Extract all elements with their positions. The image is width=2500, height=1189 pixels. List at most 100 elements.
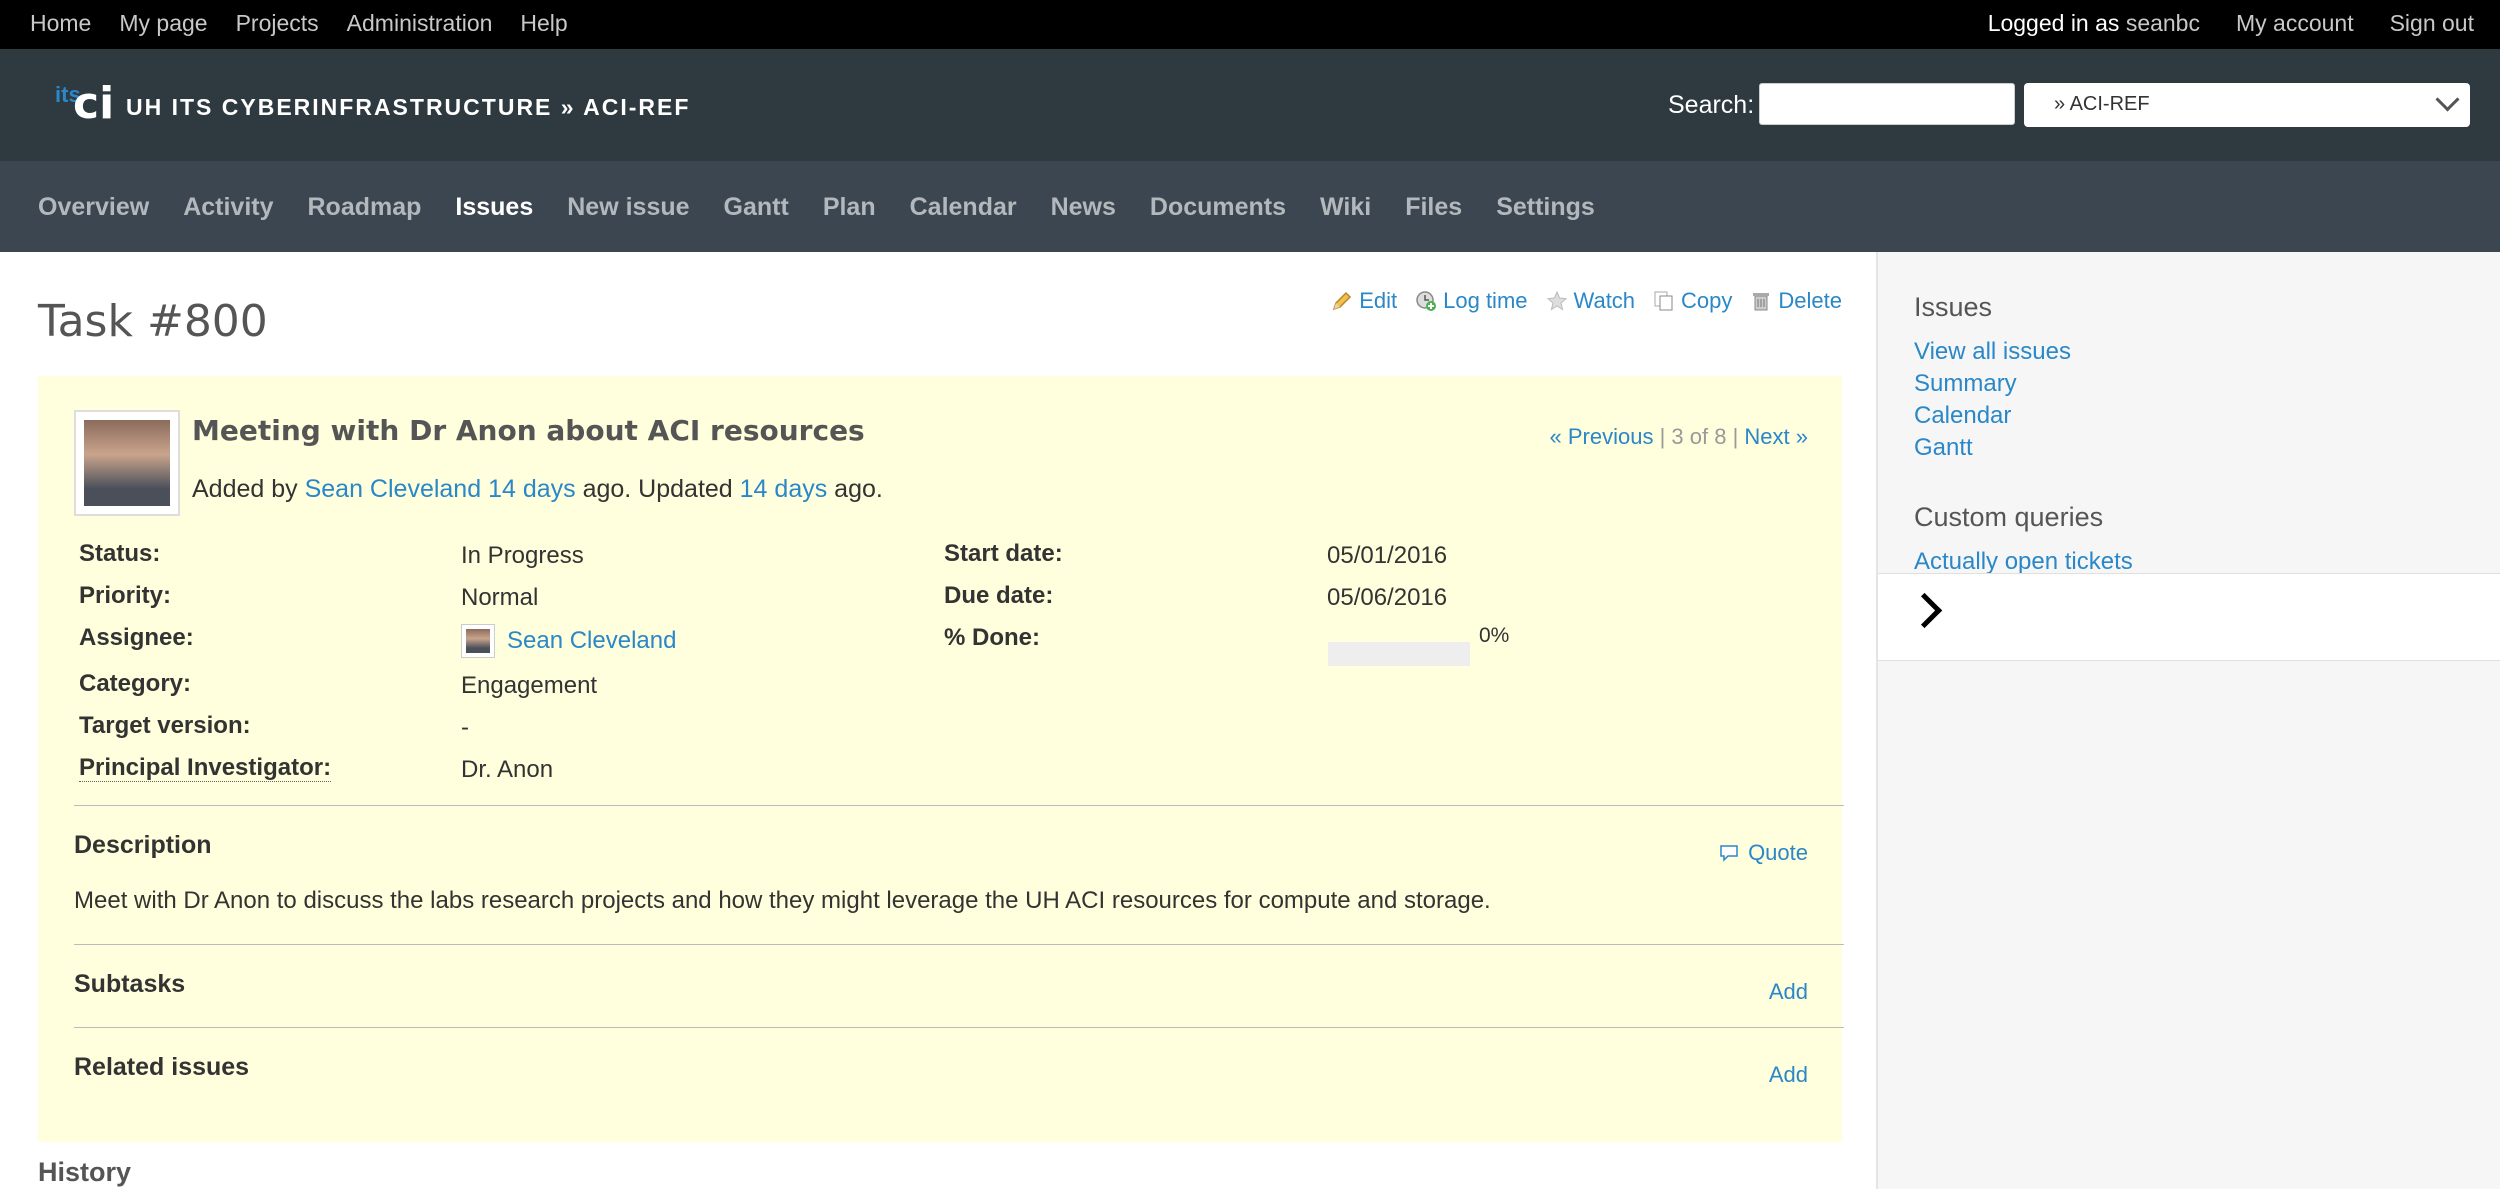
tab-files[interactable]: Files: [1405, 193, 1462, 222]
tab-activity[interactable]: Activity: [183, 193, 273, 222]
progress-bar: [1328, 642, 1470, 666]
author-link[interactable]: Sean Cleveland: [305, 475, 482, 503]
sign-out-link[interactable]: Sign out: [2390, 10, 2474, 37]
pi-label: Principal Investigator:: [79, 754, 332, 782]
pencil-icon: [1333, 291, 1352, 311]
project-jump-select[interactable]: » ACI-REF: [2024, 83, 2470, 127]
target-version-value: -: [461, 714, 469, 741]
tab-settings[interactable]: Settings: [1496, 193, 1595, 222]
tab-documents[interactable]: Documents: [1150, 193, 1286, 222]
tab-roadmap[interactable]: Roadmap: [308, 193, 422, 222]
target-version-label: Target version:: [79, 712, 251, 739]
next-link[interactable]: Next »: [1744, 424, 1808, 449]
site-logo[interactable]: its ci: [55, 78, 115, 129]
updated-ago-link[interactable]: 14 days: [740, 475, 828, 503]
chevron-down-icon: [2435, 87, 2460, 112]
edit-button[interactable]: Edit: [1331, 288, 1397, 314]
pagination-position: 3 of 8: [1671, 424, 1727, 449]
sidebar-summary[interactable]: Summary: [1914, 370, 2017, 398]
top-nav-administration[interactable]: Administration: [347, 10, 493, 37]
sidebar-custom-query-link[interactable]: Actually open tickets: [1914, 548, 2133, 576]
top-nav-help[interactable]: Help: [520, 10, 567, 37]
tab-calendar[interactable]: Calendar: [910, 193, 1017, 222]
copy-label: Copy: [1681, 288, 1733, 313]
tab-news[interactable]: News: [1051, 193, 1116, 222]
history-heading: History: [38, 1157, 132, 1187]
logged-in-prefix: Logged in as: [1987, 10, 2120, 36]
tab-issues[interactable]: Issues: [455, 193, 533, 222]
pagination-separator: |: [1659, 424, 1672, 449]
created-ago-link[interactable]: 14 days: [488, 475, 576, 503]
issue-actions: Edit Log time Watch Copy Delete: [1323, 288, 1842, 314]
search-input[interactable]: [1759, 83, 2015, 125]
add-subtask-link[interactable]: Add: [1769, 979, 1808, 1005]
my-account-link[interactable]: My account: [2236, 10, 2354, 37]
copy-button[interactable]: Copy: [1653, 288, 1732, 314]
watch-button[interactable]: Watch: [1546, 288, 1636, 314]
due-date-value: 05/06/2016: [1327, 584, 1448, 611]
account-nav: Logged in as seanbc My account Sign out: [1988, 10, 2474, 37]
progress-text: 0%: [1479, 624, 1510, 647]
delete-button[interactable]: Delete: [1750, 288, 1842, 314]
search-label: Search:: [1668, 91, 1755, 119]
top-nav-my-page[interactable]: My page: [119, 10, 207, 37]
main-menu: Overview Activity Roadmap Issues New iss…: [0, 161, 2500, 252]
priority-value: Normal: [461, 584, 539, 611]
done-label: % Done:: [944, 624, 1040, 651]
issue-details: Meeting with Dr Anon about ACI resources…: [38, 376, 1842, 1142]
tab-gantt[interactable]: Gantt: [724, 193, 789, 222]
header: its ci UH ITS CYBERINFRASTRUCTURE » ACI-…: [0, 49, 2500, 161]
speech-bubble-icon: [1720, 845, 1738, 862]
top-nav-home[interactable]: Home: [30, 10, 91, 37]
assignee-avatar: [461, 624, 495, 658]
assignee-label: Assignee:: [79, 624, 194, 651]
logged-in-status: Logged in as seanbc: [1988, 10, 2200, 37]
assignee-value: Sean Cleveland: [461, 624, 676, 658]
delete-label: Delete: [1778, 288, 1842, 313]
sidebar-issues-heading: Issues: [1914, 292, 1993, 322]
issue-pagination: « Previous | 3 of 8 | Next »: [1550, 424, 1809, 450]
top-nav-projects[interactable]: Projects: [236, 10, 319, 37]
start-date-value: 05/01/2016: [1327, 542, 1448, 569]
log-time-label: Log time: [1443, 288, 1528, 313]
avatar-image: [84, 420, 170, 506]
chevron-right-icon: [1906, 592, 1943, 629]
edit-label: Edit: [1359, 288, 1398, 313]
sidebar: Issues View all issues Summary Calendar …: [1876, 252, 2500, 1189]
tab-new-issue[interactable]: New issue: [567, 193, 689, 222]
log-time-button[interactable]: Log time: [1415, 288, 1528, 314]
pi-value: Dr. Anon: [461, 756, 554, 783]
logo-big-text: ci: [73, 78, 115, 129]
status-value: In Progress: [461, 542, 584, 569]
sidebar-view-all-issues[interactable]: View all issues: [1914, 338, 2071, 366]
quote-button[interactable]: Quote: [1718, 840, 1808, 866]
tab-wiki[interactable]: Wiki: [1320, 193, 1371, 222]
watch-label: Watch: [1573, 288, 1636, 313]
logged-in-user[interactable]: seanbc: [2126, 10, 2200, 36]
issue-subject: Meeting with Dr Anon about ACI resources: [192, 414, 865, 447]
ago-text: ago.: [834, 475, 883, 503]
sidebar-calendar[interactable]: Calendar: [1914, 402, 2011, 430]
due-date-label: Due date:: [944, 582, 1054, 609]
updated-text: ago. Updated: [582, 475, 733, 503]
tab-plan[interactable]: Plan: [823, 193, 876, 222]
add-related-issue-link[interactable]: Add: [1769, 1062, 1808, 1088]
sidebar-custom-queries-heading: Custom queries: [1914, 502, 2104, 532]
sidebar-gantt[interactable]: Gantt: [1914, 434, 1973, 462]
top-nav: Home My page Projects Administration Hel…: [30, 10, 568, 37]
project-jump-value: » ACI-REF: [2054, 93, 2150, 115]
assignee-link[interactable]: Sean Cleveland: [507, 627, 676, 655]
author-avatar: [74, 410, 180, 516]
pagination-separator: |: [1732, 424, 1745, 449]
project-title: UH ITS CYBERINFRASTRUCTURE » ACI-REF: [126, 94, 691, 120]
copy-icon: [1654, 291, 1673, 311]
page-title: Task #800: [38, 296, 268, 347]
tab-overview[interactable]: Overview: [38, 193, 149, 222]
trash-icon: [1753, 293, 1770, 311]
added-by-text: Added by: [192, 475, 298, 503]
previous-link[interactable]: « Previous: [1550, 424, 1654, 449]
priority-label: Priority:: [79, 582, 172, 609]
sidebar-toggle[interactable]: [1878, 573, 2500, 661]
top-bar: Home My page Projects Administration Hel…: [0, 0, 2500, 49]
category-label: Category:: [79, 670, 192, 697]
